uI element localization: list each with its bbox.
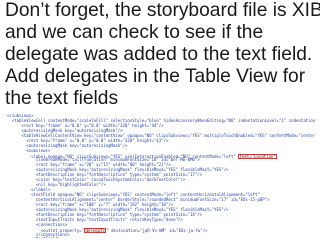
xml-code-screenshot: </subviews> <tableViewCell contentMode="… bbox=[7, 114, 315, 238]
code-text: <subviews> bbox=[7, 147, 51, 153]
title-line: Don’t forget, the storyboard file is XIB bbox=[5, 0, 320, 21]
code-text: " destination="jpR-Vs-WM" id="EOs-ja-fw"… bbox=[106, 227, 208, 233]
slide: Don’t forget, the storyboard file is XIB… bbox=[0, 0, 320, 240]
code-line: </textField> bbox=[7, 236, 315, 238]
code-text: </textField> bbox=[7, 236, 60, 238]
title-line: Add delegates in the Table View for bbox=[5, 66, 306, 87]
highlighted-code-text: text="Location" bbox=[238, 153, 278, 160]
title-line: delegate was added to the text field. bbox=[5, 44, 313, 65]
title-line: and we can check to see if the bbox=[5, 22, 264, 43]
highlighted-code-text: delegate bbox=[84, 227, 107, 234]
title-line: the text fields bbox=[5, 88, 119, 109]
slide-title: Don’t forget, the storyboard file is XIB… bbox=[5, 0, 320, 110]
code-text: <connections> bbox=[7, 221, 68, 227]
